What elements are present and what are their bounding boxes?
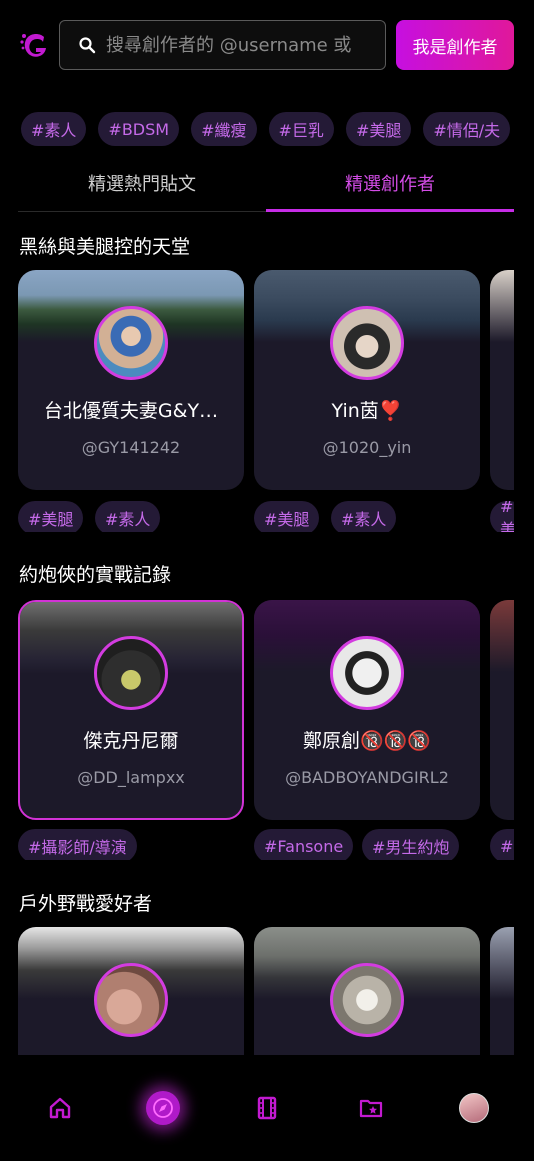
section-title: 黑絲與美腿控的天堂 — [19, 236, 191, 258]
creator-cover-image — [490, 927, 514, 999]
creator-tag[interactable]: #F — [490, 829, 514, 860]
creator-tag-row: #攝影師/導演 #Fansone #男生約炮 #F — [18, 829, 514, 860]
creator-handle: @GY141242 — [81, 438, 181, 457]
creator-cover-image — [490, 600, 514, 672]
creator-cover-image — [490, 270, 514, 342]
category-chip[interactable]: #巨乳 — [268, 112, 334, 146]
home-icon — [49, 1097, 70, 1119]
category-chip[interactable]: #情侶/夫 — [423, 112, 511, 146]
category-chip[interactable]: #纖瘦 — [191, 112, 257, 146]
film-icon — [257, 1096, 277, 1120]
creator-tag[interactable]: #男生約炮 — [362, 829, 460, 860]
nav-home[interactable] — [30, 1078, 90, 1138]
creator-avatar — [330, 963, 404, 1037]
search-icon — [79, 37, 96, 54]
creator-card[interactable] — [254, 927, 480, 1055]
nav-explore[interactable] — [133, 1078, 193, 1138]
creator-tag[interactable]: #美腿 — [254, 501, 320, 532]
category-chip[interactable]: #美腿 — [345, 112, 412, 146]
starred-folder-icon — [359, 1099, 382, 1118]
creator-handle: @1020_yin — [322, 438, 412, 457]
category-chip[interactable]: #素人 — [21, 112, 87, 146]
section-title: 約炮俠的實戰記錄 — [19, 564, 172, 586]
creator-avatar — [94, 963, 168, 1037]
creator-name: 傑克丹尼爾 — [83, 730, 179, 752]
creator-section: 黑絲與美腿控的天堂 台北優質夫妻G&Y… @GY141242 Yin茵❣️ @1… — [0, 232, 514, 532]
creator-handle: @BADBOYANDGIRL2 — [285, 768, 449, 787]
creator-tag-row: #美腿 #素人 #美腿 #素人 #美 — [18, 501, 514, 532]
creator-card[interactable]: 傑克丹尼爾 @DD_lampxx — [18, 600, 244, 820]
nav-videos[interactable] — [237, 1078, 297, 1138]
creator-name: Yin茵❣️ — [331, 400, 403, 422]
creator-card[interactable] — [18, 927, 244, 1055]
creator-avatar — [94, 636, 168, 710]
creator-avatar — [330, 306, 404, 380]
category-chip[interactable]: #BDSM — [98, 112, 180, 146]
creator-section: 戶外野戰愛好者 — [0, 889, 514, 1055]
app-logo-icon[interactable] — [18, 28, 52, 62]
creator-tag[interactable]: #素人 — [95, 501, 161, 532]
nav-collections[interactable] — [341, 1078, 401, 1138]
creator-avatar — [330, 636, 404, 710]
creator-card-peek[interactable] — [490, 927, 514, 1055]
creator-card-row[interactable]: 傑克丹尼爾 @DD_lampxx 鄭原創🔞🔞🔞 @BADBOYANDGIRL2 — [18, 600, 514, 822]
app-root: 我是創作者 #素人 #BDSM #纖瘦 #巨乳 #美腿 #情侶/夫 精選熱門貼文 精選創作… — [0, 0, 534, 1161]
creator-handle: @DD_lampxx — [77, 768, 185, 787]
section-title: 戶外野戰愛好者 — [19, 893, 153, 915]
tab-featured-posts[interactable]: 精選熱門貼文 — [18, 158, 266, 211]
creator-name: 台北優質夫妻G&Y… — [43, 400, 219, 422]
search-bar[interactable] — [59, 20, 386, 70]
creator-tag[interactable]: #Fansone — [254, 829, 354, 860]
creator-tag[interactable]: #美腿 — [18, 501, 84, 532]
category-chip-row[interactable]: #素人 #BDSM #纖瘦 #巨乳 #美腿 #情侶/夫 — [0, 112, 514, 148]
profile-avatar — [459, 1093, 490, 1123]
creator-card[interactable]: Yin茵❣️ @1020_yin — [254, 270, 480, 490]
creator-card[interactable]: 台北優質夫妻G&Y… @GY141242 — [18, 270, 244, 490]
creator-card[interactable]: 鄭原創🔞🔞🔞 @BADBOYANDGIRL2 — [254, 600, 480, 820]
content-tabs: 精選熱門貼文 精選創作者 — [18, 158, 514, 212]
explore-compass-icon — [153, 1098, 174, 1118]
top-bar: 我是創作者 — [0, 0, 534, 90]
creator-card-peek[interactable] — [490, 270, 514, 490]
creator-tag[interactable]: #攝影師/導演 — [18, 829, 137, 860]
creator-section: 約炮俠的實戰記錄 傑克丹尼爾 @DD_lampxx 鄭原創🔞🔞🔞 @BADBOY… — [0, 560, 514, 860]
creator-avatar — [94, 306, 168, 380]
creator-name: 鄭原創🔞🔞🔞 — [303, 730, 431, 752]
creator-tag[interactable]: #素人 — [331, 501, 397, 532]
nav-profile[interactable] — [444, 1078, 504, 1138]
creator-card-row[interactable] — [18, 927, 514, 1055]
creator-card-peek[interactable] — [490, 600, 514, 820]
tab-featured-creators[interactable]: 精選創作者 — [266, 158, 514, 212]
bottom-navigation — [0, 1055, 534, 1161]
search-input[interactable] — [106, 34, 385, 56]
creator-tag[interactable]: #美 — [490, 501, 514, 532]
i-am-creator-button[interactable]: 我是創作者 — [396, 20, 514, 70]
creator-card-row[interactable]: 台北優質夫妻G&Y… @GY141242 Yin茵❣️ @1020_yin — [18, 270, 514, 492]
